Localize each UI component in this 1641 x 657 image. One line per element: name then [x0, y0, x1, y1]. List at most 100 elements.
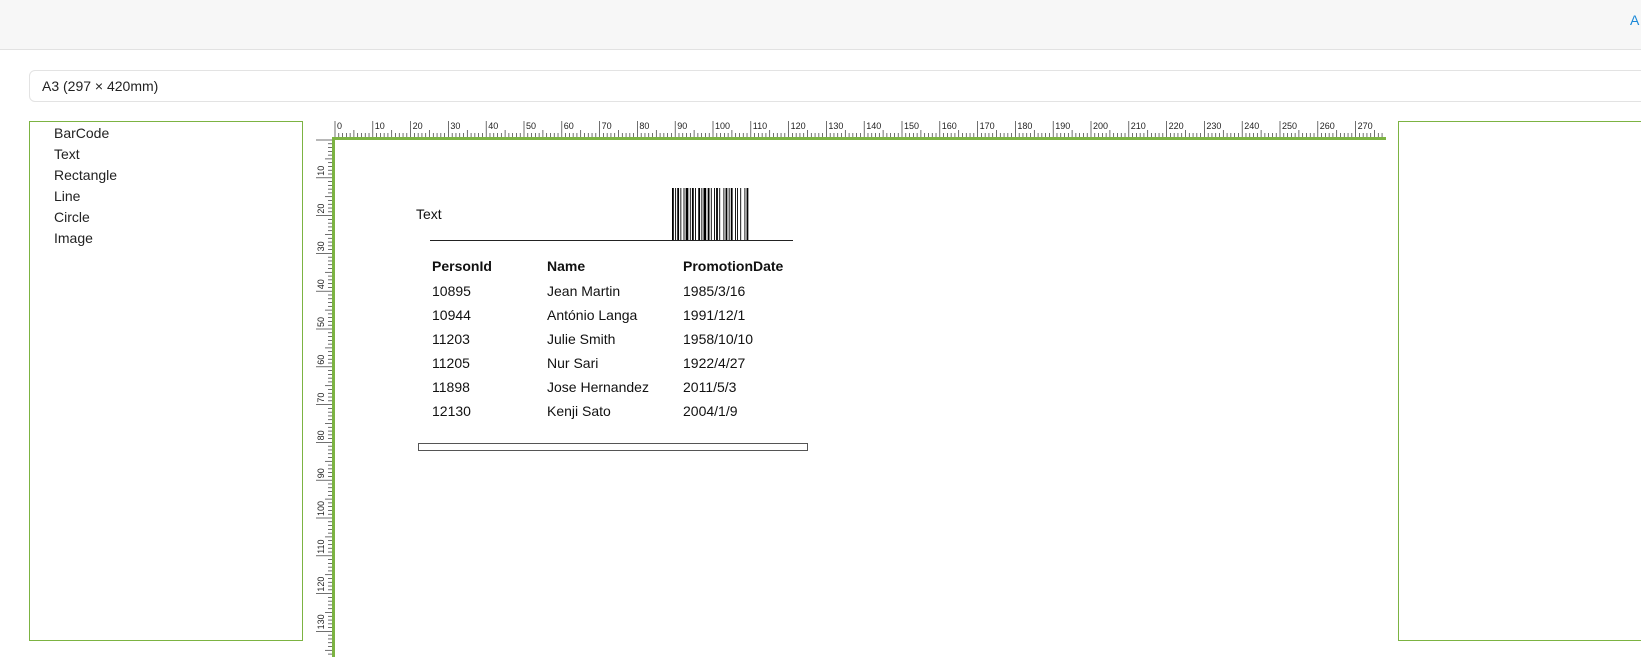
ruler-label: 110	[316, 539, 326, 553]
barcode-bar	[710, 188, 712, 240]
cell-promotiondate: 1958/10/10	[683, 331, 754, 347]
cell-promotiondate: 2004/1/9	[683, 403, 738, 419]
table-row: 11898 Jose Hernandez 2011/5/3	[430, 375, 803, 399]
top-bar-link[interactable]: A	[1630, 12, 1639, 28]
barcode-bar	[728, 188, 730, 240]
ruler-label: 50	[526, 121, 536, 131]
vertical-ruler[interactable]: 10 20 30 40 50 60 70 80 90 100 110 120 130	[316, 137, 332, 657]
toolbox-item-barcode[interactable]: BarCode	[30, 123, 302, 144]
cell-personid: 11898	[432, 379, 470, 395]
barcode-bar	[714, 188, 715, 240]
cell-personid: 12130	[432, 403, 471, 419]
ruler-label: 110	[753, 121, 767, 131]
top-bar: A	[0, 0, 1641, 50]
ruler-label: 90	[677, 121, 687, 131]
barcode-bar	[672, 188, 674, 240]
barcode-bar	[735, 188, 736, 240]
ruler-label: 130	[316, 614, 326, 629]
column-header-personid: PersonId	[432, 258, 492, 274]
ruler-label: 140	[866, 121, 881, 131]
barcode-bar	[675, 188, 677, 240]
ruler-label: 230	[1206, 121, 1221, 131]
ruler-label: 60	[564, 121, 574, 131]
line-element[interactable]	[430, 240, 793, 241]
ruler-label: 130	[828, 121, 843, 131]
barcode-bar	[746, 188, 749, 240]
horizontal-ruler[interactable]: 0 10 20 30 40 50 60 70 80 90 100 110 120 130 140 150 160…	[316, 121, 1386, 137]
barcode-bar	[703, 188, 707, 240]
barcode-bar	[740, 188, 742, 240]
text-element[interactable]: Text	[416, 206, 442, 222]
ruler-label: 170	[980, 121, 995, 131]
ruler-label: 180	[1017, 121, 1032, 131]
ruler-label: 200	[1093, 121, 1108, 131]
ruler-label: 40	[316, 279, 326, 289]
cell-promotiondate: 1922/4/27	[683, 355, 746, 371]
barcode-bar	[677, 188, 680, 240]
ruler-label: 10	[316, 166, 326, 176]
column-header-promotiondate: PromotionDate	[683, 258, 784, 274]
ruler-label: 250	[1282, 121, 1297, 131]
ruler-label: 30	[316, 241, 326, 251]
table-row: 11205 Nur Sari 1922/4/27	[430, 351, 803, 375]
barcode-bar	[695, 188, 696, 240]
toolbox-item-rectangle[interactable]: Rectangle	[30, 165, 302, 186]
rectangle-element[interactable]	[418, 443, 808, 451]
barcode-bar	[707, 188, 710, 240]
data-table[interactable]: PersonId Name PromotionDate 10895 Jean M…	[430, 253, 803, 423]
cell-name: Nur Sari	[547, 355, 599, 371]
ruler-label: 160	[942, 121, 957, 131]
ruler-label: 120	[791, 121, 806, 131]
barcode-bar	[723, 188, 725, 240]
ruler-label: 30	[450, 121, 460, 131]
cell-name: Kenji Sato	[547, 403, 611, 419]
toolbox-panel: BarCode Text Rectangle Line Circle Image	[29, 121, 303, 641]
cell-personid: 11205	[432, 355, 470, 371]
toolbox-item-text[interactable]: Text	[30, 144, 302, 165]
ruler-label: 60	[316, 355, 326, 365]
ruler-label: 80	[639, 121, 649, 131]
barcode-bar	[701, 188, 703, 240]
cell-promotiondate: 2011/5/3	[683, 379, 737, 395]
barcode-bar	[716, 188, 718, 240]
table-row: 11203 Julie Smith 1958/10/10	[430, 327, 803, 351]
barcode-bar	[683, 188, 685, 240]
cell-name: Jean Martin	[547, 283, 621, 299]
toolbox-list: BarCode Text Rectangle Line Circle Image	[30, 123, 302, 249]
toolbox-item-line[interactable]: Line	[30, 186, 302, 207]
ruler-label: 260	[1320, 121, 1335, 131]
ruler-label: 100	[715, 121, 730, 131]
report-canvas[interactable]: Text PersonId Name PromotionDate 10895 J…	[332, 137, 1386, 657]
ruler-label: 90	[316, 468, 326, 478]
properties-panel	[1398, 121, 1641, 641]
toolbox-item-circle[interactable]: Circle	[30, 207, 302, 228]
toolbox-item-image[interactable]: Image	[30, 228, 302, 249]
paper-size-select[interactable]: A3 (297 × 420mm)	[29, 70, 1641, 102]
barcode-bar	[691, 188, 694, 240]
barcode-bar	[685, 188, 689, 240]
barcode-bar	[744, 188, 746, 240]
table-row: 10895 Jean Martin 1985/3/16	[430, 279, 803, 303]
ruler-label: 20	[413, 121, 423, 131]
ruler-label: 0	[337, 121, 342, 131]
ruler-label: 120	[316, 577, 326, 592]
barcode-element[interactable]	[672, 188, 766, 240]
cell-personid: 10944	[432, 307, 471, 323]
ruler-label: 70	[316, 393, 326, 403]
barcode-bar	[689, 188, 691, 240]
ruler-label: 80	[316, 430, 326, 440]
ruler-label: 270	[1358, 121, 1373, 131]
cell-promotiondate: 1985/3/16	[683, 283, 746, 299]
cell-personid: 11203	[432, 331, 470, 347]
barcode-bar	[719, 188, 721, 240]
ruler-label: 40	[488, 121, 498, 131]
ruler-label: 240	[1244, 121, 1259, 131]
barcode-bar	[725, 188, 728, 240]
table-row: 10944 António Langa 1991/12/1	[430, 303, 803, 327]
ruler-label: 50	[316, 317, 326, 327]
cell-promotiondate: 1991/12/1	[683, 307, 746, 323]
table-row: 12130 Kenji Sato 2004/1/9	[430, 399, 803, 423]
barcode-bar	[730, 188, 733, 240]
design-area: 0 10 20 30 40 50 60 70 80 90 100 110 120 130 140 150 160…	[316, 121, 1386, 657]
ruler-label: 190	[1055, 121, 1070, 131]
